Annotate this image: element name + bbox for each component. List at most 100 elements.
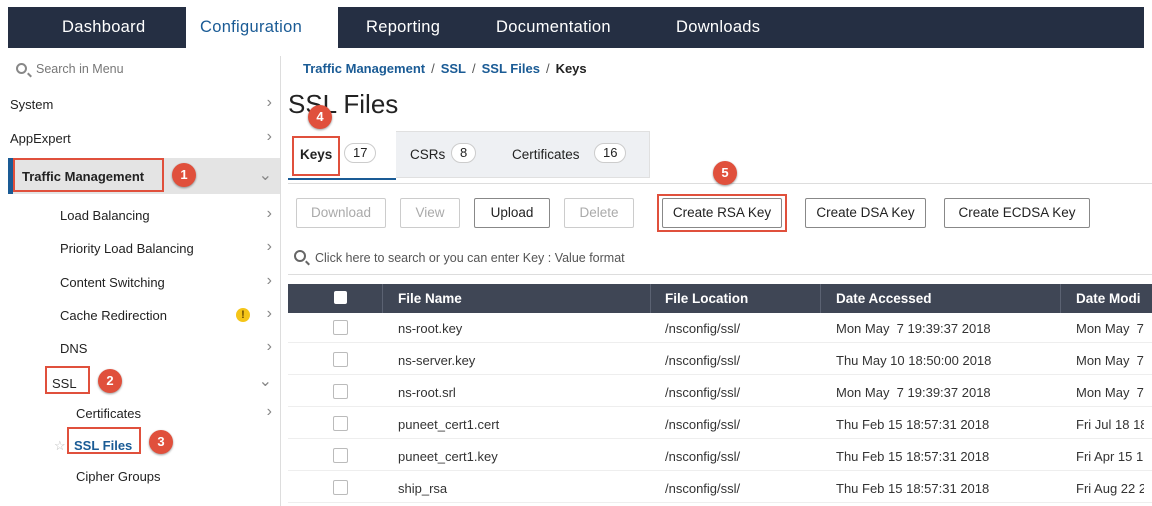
sidebar-item-label: Load Balancing	[60, 208, 150, 223]
row-checkbox[interactable]	[333, 352, 348, 367]
search-icon	[294, 250, 306, 262]
tab-certificates[interactable]: Certificates 16	[496, 131, 650, 178]
cell-date-accessed: Thu Feb 15 18:57:31 2018	[836, 481, 990, 496]
annotation-highlight-keys-tab	[292, 136, 340, 176]
sidebar-item-ssl-files[interactable]: ☆ SSL Files	[8, 430, 280, 460]
warning-icon: !	[236, 308, 250, 322]
table-search-input[interactable]: Click here to search or you can enter Ke…	[288, 246, 1152, 270]
tab-downloads[interactable]: Downloads	[676, 7, 760, 48]
sidebar-item-label: System	[10, 97, 54, 112]
table-row[interactable]: ns-server.key /nsconfig/ssl/ Thu May 10 …	[288, 346, 1152, 375]
sidebar-item-content-switching[interactable]: Content Switching ›	[8, 267, 280, 297]
tab-csrs[interactable]: CSRs 8	[396, 131, 495, 178]
chevron-down-icon: ⌄	[258, 373, 272, 390]
cell-file-location: /nsconfig/ssl/	[665, 321, 741, 336]
tab-label: Certificates	[512, 147, 580, 162]
annotation-highlight-ssl-files	[67, 427, 141, 454]
row-checkbox[interactable]	[333, 384, 348, 399]
sidebar-item-dns[interactable]: DNS ›	[8, 333, 280, 363]
search-icon	[16, 63, 27, 74]
sidebar-item-cipher-groups[interactable]: Cipher Groups	[8, 461, 280, 491]
sidebar-item-load-balancing[interactable]: Load Balancing ›	[8, 200, 280, 230]
row-checkbox[interactable]	[333, 448, 348, 463]
sidebar-item-cache-redirection[interactable]: Cache Redirection ! ›	[8, 300, 280, 330]
row-checkbox[interactable]	[333, 480, 348, 495]
create-ecdsa-key-button[interactable]: Create ECDSA Key	[944, 198, 1090, 228]
breadcrumb-ssl[interactable]: SSL	[441, 61, 466, 76]
annotation-highlight-ssl	[45, 366, 90, 394]
cell-date-accessed: Mon May 7 19:39:37 2018	[836, 385, 991, 400]
row-checkbox[interactable]	[333, 416, 348, 431]
tab-count-badge: 8	[451, 143, 477, 163]
sidebar-item-system[interactable]: System ›	[8, 89, 280, 119]
breadcrumb-separator: /	[431, 61, 435, 76]
favorite-star-icon[interactable]: ☆	[54, 438, 66, 454]
breadcrumb: Traffic Management / SSL / SSL Files / Keys	[303, 61, 587, 76]
table-row[interactable]: puneet_cert1.cert /nsconfig/ssl/ Thu Feb…	[288, 410, 1152, 439]
create-dsa-key-button[interactable]: Create DSA Key	[805, 198, 926, 228]
cell-date-modified: Mon May 7	[1076, 385, 1144, 400]
tab-configuration[interactable]: Configuration	[186, 7, 338, 48]
sidebar-item-label: Content Switching	[60, 275, 165, 290]
column-header-date-modified[interactable]: Date Modi	[1076, 291, 1141, 306]
cell-file-location: /nsconfig/ssl/	[665, 481, 741, 496]
annotation-highlight-traffic-management	[13, 158, 164, 192]
cell-file-name: ship_rsa	[398, 481, 448, 496]
breadcrumb-traffic-management[interactable]: Traffic Management	[303, 61, 425, 76]
breadcrumb-ssl-files[interactable]: SSL Files	[482, 61, 540, 76]
table-row[interactable]: ns-root.srl /nsconfig/ssl/ Mon May 7 19:…	[288, 378, 1152, 407]
chevron-right-icon: ›	[266, 128, 272, 145]
cell-date-accessed: Thu May 10 18:50:00 2018	[836, 353, 992, 368]
cell-file-name: ns-server.key	[398, 353, 476, 368]
tab-dashboard[interactable]: Dashboard	[62, 7, 145, 48]
breadcrumb-separator: /	[472, 61, 476, 76]
annotation-badge-2: 2	[98, 369, 122, 393]
table-row[interactable]: ns-root.key /nsconfig/ssl/ Mon May 7 19:…	[288, 314, 1152, 343]
sidebar-item-label: Cache Redirection	[60, 308, 167, 323]
cell-date-modified: Fri Apr 15 1	[1076, 449, 1144, 464]
upload-button[interactable]: Upload	[474, 198, 550, 228]
annotation-badge-4: 4	[308, 105, 332, 129]
cell-file-name: ns-root.srl	[398, 385, 456, 400]
row-checkbox[interactable]	[333, 320, 348, 335]
cell-date-modified: Mon May 7	[1076, 321, 1144, 336]
cell-date-modified: Fri Aug 22 2	[1076, 481, 1144, 496]
cell-date-accessed: Thu Feb 15 18:57:31 2018	[836, 449, 990, 464]
column-header-file-name[interactable]: File Name	[398, 291, 462, 306]
download-button[interactable]: Download	[296, 198, 386, 228]
sidebar-item-appexpert[interactable]: AppExpert ›	[8, 123, 280, 153]
table-row[interactable]: ship_rsa /nsconfig/ssl/ Thu Feb 15 18:57…	[288, 474, 1152, 503]
chevron-right-icon: ›	[266, 403, 272, 420]
cell-date-accessed: Mon May 7 19:39:37 2018	[836, 321, 991, 336]
cell-date-modified: Mon May 7	[1076, 353, 1144, 368]
cell-file-location: /nsconfig/ssl/	[665, 353, 741, 368]
sidebar-item-label: DNS	[60, 341, 88, 356]
cell-file-location: /nsconfig/ssl/	[665, 417, 741, 432]
sidebar-item-priority-load-balancing[interactable]: Priority Load Balancing ›	[8, 233, 280, 263]
tab-documentation[interactable]: Documentation	[496, 7, 611, 48]
column-divider	[382, 284, 383, 313]
breadcrumb-keys: Keys	[555, 61, 587, 76]
view-button[interactable]: View	[400, 198, 460, 228]
annotation-badge-3: 3	[149, 430, 173, 454]
menu-search-input[interactable]: Search in Menu	[8, 56, 280, 84]
chevron-right-icon: ›	[266, 238, 272, 255]
menu-search-placeholder: Search in Menu	[36, 62, 124, 76]
sidebar-item-label: Cipher Groups	[76, 469, 161, 484]
tab-reporting[interactable]: Reporting	[366, 7, 440, 48]
chevron-right-icon: ›	[266, 338, 272, 355]
annotation-badge-1: 1	[172, 163, 196, 187]
cell-file-name: puneet_cert1.key	[398, 449, 498, 464]
cell-file-location: /nsconfig/ssl/	[665, 449, 741, 464]
select-all-checkbox[interactable]	[334, 291, 347, 304]
page-title: SSL Files	[288, 89, 399, 119]
chevron-right-icon: ›	[266, 205, 272, 222]
column-header-date-accessed[interactable]: Date Accessed	[836, 291, 932, 306]
table-row[interactable]: puneet_cert1.key /nsconfig/ssl/ Thu Feb …	[288, 442, 1152, 471]
table-header: File Name File Location Date Accessed Da…	[288, 284, 1152, 313]
chevron-right-icon: ›	[266, 272, 272, 289]
column-header-file-location[interactable]: File Location	[665, 291, 748, 306]
delete-button[interactable]: Delete	[564, 198, 634, 228]
sidebar-item-certificates[interactable]: Certificates ›	[8, 398, 280, 428]
chevron-right-icon: ›	[266, 94, 272, 111]
